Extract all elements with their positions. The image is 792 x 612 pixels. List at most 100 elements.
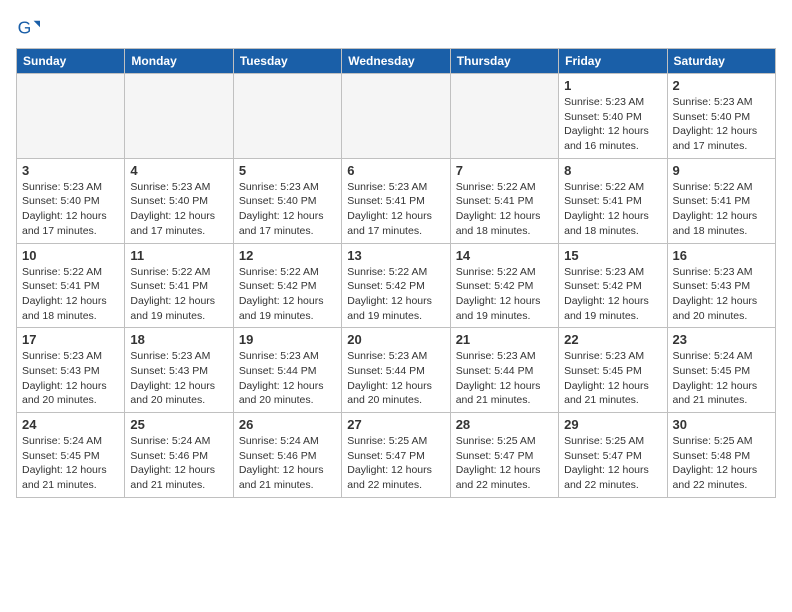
day-number: 23: [673, 332, 770, 347]
calendar-cell: 11Sunrise: 5:22 AM Sunset: 5:41 PM Dayli…: [125, 243, 233, 328]
day-info: Sunrise: 5:23 AM Sunset: 5:43 PM Dayligh…: [673, 265, 770, 324]
day-number: 19: [239, 332, 336, 347]
day-of-week-header: Saturday: [667, 49, 775, 74]
day-number: 18: [130, 332, 227, 347]
calendar-cell: 2 Sunrise: 5:23 AM Sunset: 5:40 PM Daylig…: [667, 74, 775, 159]
day-number: 30: [673, 417, 770, 432]
day-info: Sunrise: 5:23 AM Sunset: 5:43 PM Dayligh…: [22, 349, 119, 408]
calendar-week-row: 1 Sunrise: 5:23 AM Sunset: 5:40 PM Daylig…: [17, 74, 776, 159]
day-number: 10: [22, 248, 119, 263]
day-info: Sunrise: 5:22 AM Sunset: 5:41 PM Dayligh…: [564, 180, 661, 239]
calendar-cell: 18Sunrise: 5:23 AM Sunset: 5:43 PM Dayli…: [125, 328, 233, 413]
calendar-cell: 22 Sunrise: 5:23 AM Sunset: 5:45 PM Dayli…: [559, 328, 667, 413]
day-info: Sunrise: 5:25 AM Sunset: 5:47 PM Dayligh…: [456, 434, 553, 493]
day-info: Sunrise: 5:23 AM Sunset: 5:42 PM Dayligh…: [564, 265, 661, 324]
day-info: Sunrise: 5:25 AM Sunset: 5:47 PM Dayligh…: [564, 434, 661, 493]
calendar-cell: 23 Sunrise: 5:24 AM Sunset: 5:45 PM Dayli…: [667, 328, 775, 413]
day-info: Sunrise: 5:22 AM Sunset: 5:42 PM Dayligh…: [456, 265, 553, 324]
day-info: Sunrise: 5:23 AM Sunset: 5:44 PM Dayligh…: [347, 349, 444, 408]
calendar-cell: [450, 74, 558, 159]
calendar-cell: 5 Sunrise: 5:23 AM Sunset: 5:40 PM Daylig…: [233, 158, 341, 243]
day-number: 21: [456, 332, 553, 347]
day-info: Sunrise: 5:22 AM Sunset: 5:41 PM Dayligh…: [456, 180, 553, 239]
calendar-week-row: 17 Sunrise: 5:23 AM Sunset: 5:43 PM Dayli…: [17, 328, 776, 413]
calendar-cell: 7 Sunrise: 5:22 AM Sunset: 5:41 PM Daylig…: [450, 158, 558, 243]
day-of-week-header: Tuesday: [233, 49, 341, 74]
calendar-cell: [342, 74, 450, 159]
day-number: 14: [456, 248, 553, 263]
day-number: 13: [347, 248, 444, 263]
day-info: Sunrise: 5:22 AM Sunset: 5:42 PM Dayligh…: [347, 265, 444, 324]
day-number: 4: [130, 163, 227, 178]
calendar-cell: 6 Sunrise: 5:23 AM Sunset: 5:41 PM Daylig…: [342, 158, 450, 243]
day-number: 16: [673, 248, 770, 263]
calendar-cell: 13 Sunrise: 5:22 AM Sunset: 5:42 PM Dayli…: [342, 243, 450, 328]
day-info: Sunrise: 5:23 AM Sunset: 5:45 PM Dayligh…: [564, 349, 661, 408]
day-info: Sunrise: 5:24 AM Sunset: 5:46 PM Dayligh…: [239, 434, 336, 493]
logo: G: [16, 16, 44, 40]
day-of-week-header: Friday: [559, 49, 667, 74]
svg-text:G: G: [18, 18, 32, 38]
day-of-week-header: Thursday: [450, 49, 558, 74]
calendar-cell: 20 Sunrise: 5:23 AM Sunset: 5:44 PM Dayli…: [342, 328, 450, 413]
day-of-week-header: Wednesday: [342, 49, 450, 74]
calendar-cell: 19 Sunrise: 5:23 AM Sunset: 5:44 PM Dayli…: [233, 328, 341, 413]
day-info: Sunrise: 5:23 AM Sunset: 5:40 PM Dayligh…: [130, 180, 227, 239]
calendar-cell: 17 Sunrise: 5:23 AM Sunset: 5:43 PM Dayli…: [17, 328, 125, 413]
day-info: Sunrise: 5:24 AM Sunset: 5:45 PM Dayligh…: [22, 434, 119, 493]
day-number: 1: [564, 78, 661, 93]
day-number: 9: [673, 163, 770, 178]
day-number: 5: [239, 163, 336, 178]
day-info: Sunrise: 5:24 AM Sunset: 5:45 PM Dayligh…: [673, 349, 770, 408]
calendar-cell: 8 Sunrise: 5:22 AM Sunset: 5:41 PM Daylig…: [559, 158, 667, 243]
calendar-week-row: 10 Sunrise: 5:22 AM Sunset: 5:41 PM Dayli…: [17, 243, 776, 328]
day-number: 24: [22, 417, 119, 432]
day-number: 22: [564, 332, 661, 347]
day-of-week-header: Sunday: [17, 49, 125, 74]
calendar-table: SundayMondayTuesdayWednesdayThursdayFrid…: [16, 48, 776, 498]
day-info: Sunrise: 5:25 AM Sunset: 5:47 PM Dayligh…: [347, 434, 444, 493]
day-info: Sunrise: 5:25 AM Sunset: 5:48 PM Dayligh…: [673, 434, 770, 493]
calendar-cell: [125, 74, 233, 159]
day-number: 17: [22, 332, 119, 347]
calendar-cell: 3 Sunrise: 5:23 AM Sunset: 5:40 PM Daylig…: [17, 158, 125, 243]
day-info: Sunrise: 5:23 AM Sunset: 5:44 PM Dayligh…: [456, 349, 553, 408]
calendar-cell: 14 Sunrise: 5:22 AM Sunset: 5:42 PM Dayli…: [450, 243, 558, 328]
logo-icon: G: [16, 16, 40, 40]
day-number: 6: [347, 163, 444, 178]
day-info: Sunrise: 5:23 AM Sunset: 5:41 PM Dayligh…: [347, 180, 444, 239]
calendar-cell: 24 Sunrise: 5:24 AM Sunset: 5:45 PM Dayli…: [17, 413, 125, 498]
calendar-cell: 15 Sunrise: 5:23 AM Sunset: 5:42 PM Dayli…: [559, 243, 667, 328]
day-info: Sunrise: 5:23 AM Sunset: 5:40 PM Dayligh…: [673, 95, 770, 154]
calendar-cell: 10 Sunrise: 5:22 AM Sunset: 5:41 PM Dayli…: [17, 243, 125, 328]
calendar-cell: [233, 74, 341, 159]
day-number: 26: [239, 417, 336, 432]
day-number: 29: [564, 417, 661, 432]
day-number: 28: [456, 417, 553, 432]
calendar-week-row: 3 Sunrise: 5:23 AM Sunset: 5:40 PM Daylig…: [17, 158, 776, 243]
day-number: 7: [456, 163, 553, 178]
calendar-cell: 28 Sunrise: 5:25 AM Sunset: 5:47 PM Dayli…: [450, 413, 558, 498]
day-number: 15: [564, 248, 661, 263]
calendar-cell: 16 Sunrise: 5:23 AM Sunset: 5:43 PM Dayli…: [667, 243, 775, 328]
day-info: Sunrise: 5:23 AM Sunset: 5:40 PM Dayligh…: [239, 180, 336, 239]
day-number: 2: [673, 78, 770, 93]
day-info: Sunrise: 5:23 AM Sunset: 5:40 PM Dayligh…: [564, 95, 661, 154]
day-of-week-header: Monday: [125, 49, 233, 74]
day-number: 25: [130, 417, 227, 432]
day-number: 3: [22, 163, 119, 178]
calendar-cell: 26 Sunrise: 5:24 AM Sunset: 5:46 PM Dayli…: [233, 413, 341, 498]
calendar-cell: [17, 74, 125, 159]
calendar-cell: 21 Sunrise: 5:23 AM Sunset: 5:44 PM Dayli…: [450, 328, 558, 413]
day-info: Sunrise: 5:22 AM Sunset: 5:41 PM Dayligh…: [673, 180, 770, 239]
day-info: Sunrise: 5:23 AM Sunset: 5:40 PM Dayligh…: [22, 180, 119, 239]
calendar-cell: 30 Sunrise: 5:25 AM Sunset: 5:48 PM Dayli…: [667, 413, 775, 498]
day-number: 20: [347, 332, 444, 347]
day-number: 8: [564, 163, 661, 178]
calendar-cell: 4 Sunrise: 5:23 AM Sunset: 5:40 PM Daylig…: [125, 158, 233, 243]
day-info: Sunrise: 5:22 AM Sunset: 5:41 PM Dayligh…: [22, 265, 119, 324]
day-info: Sunrise: 5:23 AM Sunset: 5:44 PM Dayligh…: [239, 349, 336, 408]
calendar-cell: 1 Sunrise: 5:23 AM Sunset: 5:40 PM Daylig…: [559, 74, 667, 159]
calendar-cell: 29 Sunrise: 5:25 AM Sunset: 5:47 PM Dayli…: [559, 413, 667, 498]
calendar-cell: 12Sunrise: 5:22 AM Sunset: 5:42 PM Dayli…: [233, 243, 341, 328]
